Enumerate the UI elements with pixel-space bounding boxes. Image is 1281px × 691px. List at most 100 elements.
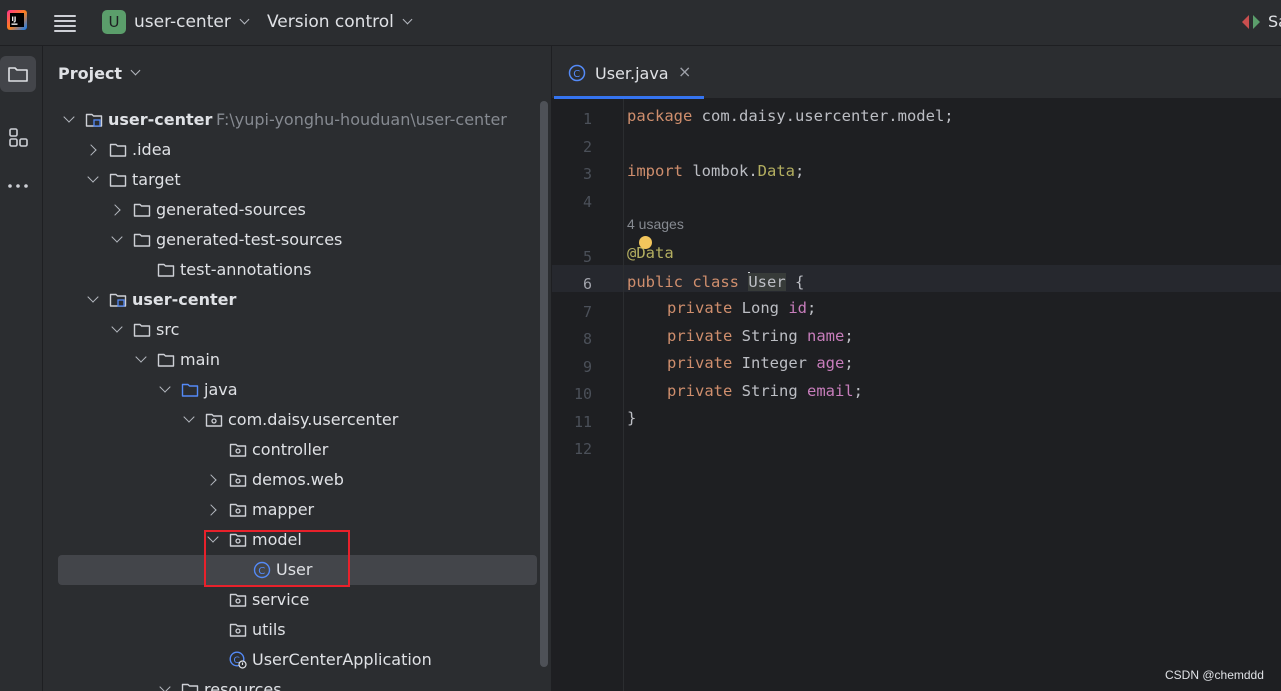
tree-item-path: F:\yupi-yonghu-houduan\user-center <box>216 110 507 129</box>
version-control-menu[interactable]: Version control <box>267 9 413 35</box>
code-with-me-icon[interactable] <box>1240 13 1262 31</box>
chevron-down-icon[interactable] <box>87 291 99 303</box>
tree-item-label: model <box>252 530 302 549</box>
tree-item-generated-sources[interactable]: generated-sources <box>43 195 551 225</box>
tree-item-user-center[interactable]: user-center F:\yupi-yonghu-houduan\user-c… <box>43 105 551 135</box>
svg-text:C: C <box>258 566 265 577</box>
project-view-selector[interactable]: Project <box>58 64 141 83</box>
tree-item-label: demos.web <box>252 470 344 489</box>
spring-class-icon: C <box>229 651 247 669</box>
svg-text:C: C <box>573 69 580 80</box>
package-icon <box>229 593 247 607</box>
chevron-down-icon[interactable] <box>135 351 147 363</box>
tree-item-main[interactable]: main <box>43 345 551 375</box>
tree-item-mapper[interactable]: mapper <box>43 495 551 525</box>
chevron-down-icon[interactable] <box>63 111 75 123</box>
main-menu-button[interactable] <box>54 12 76 32</box>
title-bar: IJ U user-center Version control Sa <box>0 0 1281 46</box>
tree-item-label: target <box>132 170 181 189</box>
tree-item-label: user-center <box>132 290 237 309</box>
version-control-label: Version control <box>267 12 394 32</box>
chevron-down-icon[interactable] <box>111 231 123 243</box>
tree-item-label: controller <box>252 440 329 459</box>
project-tool-window: Project user-center F:\yupi-yonghu-houdua… <box>43 46 552 691</box>
line-number-gutter[interactable]: 1 2 3 4 5 6 7 8 9 10 11 12 <box>552 99 624 691</box>
line-number: 3 <box>582 165 592 183</box>
chevron-down-icon[interactable] <box>207 531 219 543</box>
tree-item-label: resources <box>204 680 282 691</box>
line-number: 5 <box>582 248 592 266</box>
more-tools-button[interactable] <box>0 168 36 204</box>
chevron-right-icon[interactable] <box>205 504 217 516</box>
tree-item-generated-test-sources[interactable]: generated-test-sources <box>43 225 551 255</box>
tree-item-utils[interactable]: utils <box>43 615 551 645</box>
code-editor[interactable]: package com.daisy.usercenter.model; impo… <box>624 99 1281 691</box>
tree-item-java[interactable]: java <box>43 375 551 405</box>
tree-item-test-annotations[interactable]: test-annotations <box>43 255 551 285</box>
folder-icon <box>181 683 199 691</box>
lightbulb-icon[interactable] <box>639 236 652 249</box>
chevron-down-icon[interactable] <box>111 321 123 333</box>
line-number: 8 <box>582 330 592 348</box>
code-line-11: } <box>627 409 637 427</box>
chevron-right-icon[interactable] <box>109 204 121 216</box>
structure-icon <box>9 128 28 147</box>
close-tab-icon[interactable]: × <box>678 62 691 81</box>
tree-item-user-center[interactable]: user-center <box>43 285 551 315</box>
chevron-down-icon[interactable] <box>159 381 171 393</box>
folder-icon <box>109 173 127 187</box>
tree-item-demos-web[interactable]: demos.web <box>43 465 551 495</box>
project-name: user-center <box>134 12 231 32</box>
tree-item-label: service <box>252 590 310 609</box>
tree-item-target[interactable]: target <box>43 165 551 195</box>
chevron-down-icon[interactable] <box>159 681 171 691</box>
package-icon <box>229 473 247 487</box>
tree-item-controller[interactable]: controller <box>43 435 551 465</box>
structure-tool-button[interactable] <box>0 119 36 155</box>
tree-item-label: User <box>276 560 313 579</box>
code-line-6: public class User { <box>627 272 805 291</box>
tree-item-label: java <box>204 380 238 399</box>
tree-item-resources[interactable]: resources <box>43 675 551 691</box>
project-switcher[interactable]: U user-center <box>102 9 250 35</box>
line-number: 12 <box>573 440 592 458</box>
code-line-field: private Long id; <box>667 299 817 317</box>
tree-item-label: user-center <box>108 110 213 129</box>
class-icon: C <box>253 561 271 579</box>
toolbar-truncated-label[interactable]: Sa <box>1268 12 1281 31</box>
folder-icon <box>133 203 151 217</box>
tree-item-src[interactable]: src <box>43 315 551 345</box>
folder-icon <box>109 143 127 157</box>
tree-item-com-daisy-usercenter[interactable]: com.daisy.usercenter <box>43 405 551 435</box>
usages-inlay-hint[interactable]: 4 usages <box>627 216 684 232</box>
source-folder-icon <box>181 383 199 397</box>
line-number: 4 <box>582 193 592 211</box>
tree-item-label: UserCenterApplication <box>252 650 432 669</box>
tree-item-label: test-annotations <box>180 260 312 279</box>
tree-item-label: generated-test-sources <box>156 230 343 249</box>
chevron-down-icon <box>130 65 141 76</box>
svg-text:IJ: IJ <box>12 15 17 23</box>
chevron-right-icon[interactable] <box>205 474 217 486</box>
tree-item-usercenterapplication[interactable]: C UserCenterApplication <box>43 645 551 675</box>
code-line-field: private String name; <box>667 327 854 345</box>
tree-item-idea[interactable]: .idea <box>43 135 551 165</box>
code-line-field: private Integer age; <box>667 354 854 372</box>
panel-title: Project <box>58 64 123 83</box>
tree-item-label: src <box>156 320 180 339</box>
code-line-1: package com.daisy.usercenter.model; <box>627 107 954 125</box>
project-tool-button[interactable] <box>0 56 36 92</box>
tree-scrollbar[interactable] <box>540 101 548 667</box>
folder-icon <box>157 263 175 277</box>
chevron-right-icon[interactable] <box>85 144 97 156</box>
project-badge: U <box>102 10 126 34</box>
tab-user-java[interactable]: C User.java × <box>552 46 704 99</box>
tree-item-model[interactable]: model <box>43 525 551 555</box>
chevron-down-icon[interactable] <box>183 411 195 423</box>
tree-item-user[interactable]: C User <box>43 555 551 585</box>
chevron-down-icon <box>239 14 250 24</box>
chevron-down-icon[interactable] <box>87 171 99 183</box>
intellij-logo-icon[interactable]: IJ <box>6 9 28 31</box>
tree-item-service[interactable]: service <box>43 585 551 615</box>
package-icon <box>229 623 247 637</box>
